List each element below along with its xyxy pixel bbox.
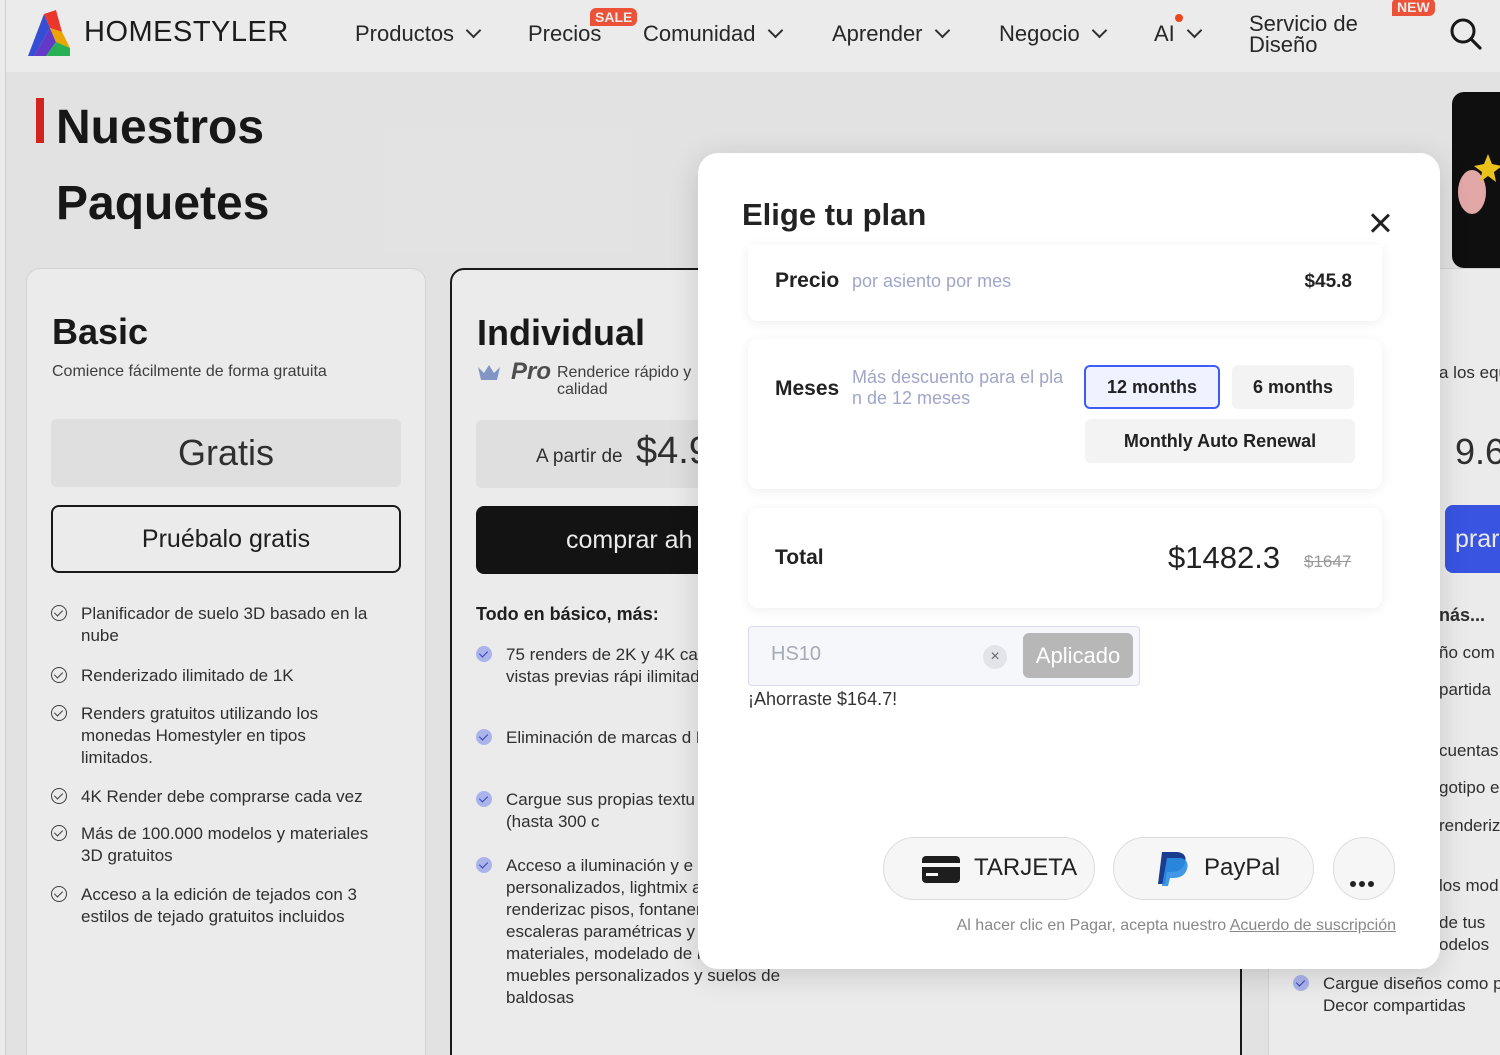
months-panel: Meses Más descuento para el plan de 12 m… bbox=[748, 339, 1382, 489]
savings-message: ¡Ahorraste $164.7! bbox=[748, 689, 898, 709]
coupon-field: × Aplicado bbox=[748, 626, 1140, 686]
coupon-input[interactable] bbox=[771, 643, 971, 666]
price-panel: Precio por asiento por mes $45.8 bbox=[748, 245, 1382, 321]
total-label: Total bbox=[775, 546, 824, 569]
months-hint: Más descuento para el plan de 12 meses bbox=[852, 367, 1064, 408]
credit-card-icon bbox=[922, 856, 960, 883]
price-hint: por asiento por mes bbox=[852, 271, 1012, 291]
legal-notice: Al hacer clic en Pagar, acepta nuestro A… bbox=[956, 917, 1396, 934]
plan-selection-modal: Elige tu plan Precio por asiento por mes… bbox=[698, 153, 1440, 969]
total-original-price: $1647 bbox=[1304, 552, 1352, 571]
total-value: $1482.3 bbox=[1168, 540, 1281, 575]
subscription-agreement-link[interactable]: Acuerdo de suscripción bbox=[1230, 917, 1396, 934]
price-value: $45.8 bbox=[1304, 271, 1352, 292]
price-label: Precio bbox=[775, 269, 840, 292]
more-dots-icon bbox=[1350, 866, 1377, 894]
close-icon[interactable] bbox=[1364, 208, 1396, 240]
more-payment-options-button[interactable] bbox=[1333, 837, 1395, 900]
option-monthly-auto-renewal[interactable]: Monthly Auto Renewal bbox=[1085, 419, 1355, 463]
apply-coupon-button[interactable]: Aplicado bbox=[1023, 633, 1133, 678]
pay-paypal-button[interactable]: PayPal bbox=[1113, 837, 1314, 900]
total-panel: Total $1482.3 $1647 bbox=[748, 508, 1382, 608]
paypal-icon bbox=[1158, 852, 1188, 886]
option-12-months[interactable]: 12 months bbox=[1084, 365, 1220, 409]
months-label: Meses bbox=[775, 377, 840, 400]
pay-card-button[interactable]: TARJETA bbox=[883, 837, 1095, 900]
modal-title: Elige tu plan bbox=[742, 197, 927, 232]
option-6-months[interactable]: 6 months bbox=[1232, 365, 1354, 409]
clear-icon[interactable]: × bbox=[983, 645, 1007, 669]
